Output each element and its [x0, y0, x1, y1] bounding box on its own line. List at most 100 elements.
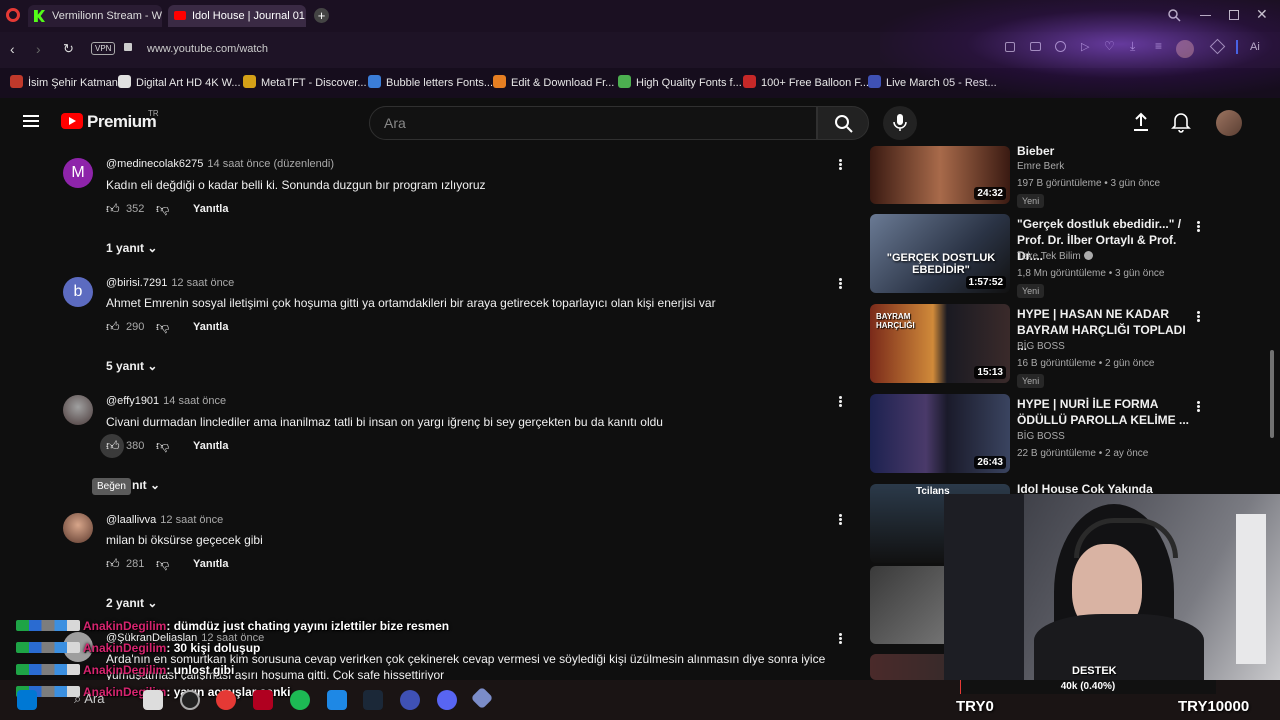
- more-options-icon[interactable]: [838, 395, 842, 408]
- bookmark-item[interactable]: Live March 05 - Rest...: [868, 74, 997, 92]
- voice-search-button[interactable]: [883, 106, 917, 140]
- replies-toggle[interactable]: nıt ⌄: [132, 478, 160, 492]
- spotify-icon[interactable]: [290, 690, 310, 710]
- replies-toggle[interactable]: 1 yanıt ⌄: [106, 241, 157, 255]
- heart-icon[interactable]: ♡: [1104, 39, 1115, 53]
- ai-button[interactable]: Ai: [1250, 41, 1260, 53]
- taskview-icon[interactable]: [143, 690, 163, 710]
- search-input[interactable]: Ara: [369, 106, 817, 140]
- youtube-logo-icon[interactable]: [61, 113, 83, 129]
- video-title[interactable]: "Gerçek dostluk ebedidir..." /: [1017, 216, 1192, 232]
- replies-toggle[interactable]: 2 yanıt ⌄: [106, 596, 157, 610]
- obs-icon[interactable]: [180, 690, 200, 710]
- video-thumbnail[interactable]: BAYRAM HARÇLIĞI 15:13: [870, 304, 1010, 383]
- dislike-icon[interactable]: 👎︎: [156, 438, 169, 454]
- dislike-icon[interactable]: 👎︎: [156, 319, 169, 335]
- bookmark-item[interactable]: Digital Art HD 4K W...: [118, 74, 241, 92]
- dislike-icon[interactable]: 👎︎: [156, 201, 169, 217]
- bookmark-item[interactable]: 100+ Free Balloon F...: [743, 74, 869, 92]
- close-window-icon[interactable]: ✕: [1256, 6, 1268, 23]
- adblock-icon[interactable]: [1055, 41, 1066, 52]
- youtube-premium-logo[interactable]: Premium: [87, 112, 157, 132]
- more-options-icon[interactable]: [838, 277, 842, 290]
- search-tabs-icon[interactable]: [1168, 9, 1181, 22]
- replies-toggle[interactable]: 5 yanıt ⌄: [106, 359, 157, 373]
- app-taskbar-icon[interactable]: [400, 690, 420, 710]
- video-more-options-icon[interactable]: [1196, 220, 1200, 233]
- back-icon[interactable]: ‹: [10, 41, 15, 57]
- profile-avatar[interactable]: [1176, 40, 1194, 58]
- account-avatar[interactable]: [1216, 110, 1242, 136]
- new-tab-button[interactable]: +: [314, 8, 329, 23]
- reload-icon[interactable]: ↻: [63, 41, 74, 57]
- reply-button[interactable]: Yanıtla: [193, 203, 228, 215]
- dislike-icon[interactable]: 👎︎: [156, 556, 169, 572]
- outlook-icon[interactable]: [327, 690, 347, 710]
- video-more-options-icon[interactable]: [1196, 400, 1200, 413]
- upload-icon[interactable]: [1131, 112, 1151, 132]
- download-icon[interactable]: ⤓: [1130, 39, 1135, 54]
- tab-vermilionn[interactable]: Vermilionn Stream - Watc: [28, 5, 162, 27]
- like-icon[interactable]: 👍︎: [106, 319, 120, 335]
- like-icon[interactable]: 👍︎: [106, 438, 120, 454]
- video-channel[interactable]: BİG BOSS: [1017, 341, 1065, 352]
- bookmark-item[interactable]: Bubble letters Fonts...: [368, 74, 493, 92]
- video-thumbnail[interactable]: "GERÇEK DOSTLUK EBEDİDİR" 1:57:52: [870, 214, 1010, 293]
- video-more-options-icon[interactable]: [1196, 310, 1200, 323]
- bookmark-item[interactable]: Edit & Download Fr...: [493, 74, 614, 92]
- more-options-icon[interactable]: [838, 158, 842, 171]
- video-title[interactable]: HYPE | NURİ İLE FORMA: [1017, 396, 1192, 412]
- reply-button[interactable]: Yanıtla: [193, 558, 228, 570]
- author-name[interactable]: @medinecolak6275: [106, 158, 203, 170]
- steam-icon[interactable]: [363, 690, 383, 710]
- like-icon[interactable]: 👍︎: [106, 556, 120, 572]
- video-title-line2[interactable]: ÖDÜLLÜ PAROLLA KELİME ...: [1017, 412, 1192, 428]
- avatar[interactable]: [63, 513, 93, 543]
- play-icon[interactable]: ▷: [1081, 40, 1089, 53]
- avatar[interactable]: M: [63, 158, 93, 188]
- opera-taskbar-icon[interactable]: [216, 690, 236, 710]
- windows-start-icon[interactable]: [17, 690, 37, 710]
- reply-button[interactable]: Yanıtla: [193, 440, 228, 452]
- video-title[interactable]: Bieber: [1017, 143, 1192, 159]
- camera-icon[interactable]: [1030, 42, 1041, 51]
- avatar[interactable]: [63, 395, 93, 425]
- app-taskbar-icon[interactable]: [253, 690, 273, 710]
- vpn-badge[interactable]: VPN: [91, 42, 116, 55]
- taskbar-search[interactable]: ⌕ Ara: [74, 691, 104, 707]
- hamburger-menu-icon[interactable]: [23, 115, 39, 117]
- url-field[interactable]: www.youtube.com/watch: [147, 43, 268, 55]
- reply-button[interactable]: Yanıtla: [193, 321, 228, 333]
- minimize-icon[interactable]: [1200, 15, 1211, 16]
- avatar[interactable]: b: [63, 277, 93, 307]
- bookmark-item[interactable]: High Quality Fonts f...: [618, 74, 742, 92]
- discord-icon[interactable]: [437, 690, 457, 710]
- maximize-icon[interactable]: [1229, 10, 1239, 20]
- video-channel[interactable]: Emre Berk: [1017, 161, 1064, 172]
- opera-logo-icon[interactable]: [6, 8, 20, 22]
- tab-idol-house[interactable]: Idol House | Journal 01 | E: [168, 5, 306, 27]
- video-title[interactable]: HYPE | HASAN NE KADAR: [1017, 306, 1192, 322]
- author-name[interactable]: @birisi.7291: [106, 277, 167, 289]
- comment-time[interactable]: 12 saat önce: [171, 277, 234, 289]
- menu-icon[interactable]: ≡: [1155, 39, 1162, 53]
- video-thumbnail[interactable]: 26:43: [870, 394, 1010, 473]
- author-name[interactable]: @laallivva: [106, 514, 156, 526]
- like-icon[interactable]: 👍︎: [106, 201, 120, 217]
- author-name[interactable]: @effy1901: [106, 395, 159, 407]
- comment-time[interactable]: 14 saat önce: [163, 395, 226, 407]
- extensions-icon[interactable]: [1209, 38, 1226, 55]
- search-button[interactable]: [817, 106, 869, 140]
- comment-time[interactable]: 14 saat önce (düzenlendi): [207, 158, 334, 170]
- video-channel[interactable]: Teke Tek Bilim: [1017, 251, 1093, 262]
- sidebar-scrollbar[interactable]: [1270, 350, 1274, 438]
- video-thumbnail[interactable]: 24:32: [870, 146, 1010, 204]
- more-options-icon[interactable]: [838, 513, 842, 526]
- bookmark-item[interactable]: İsim Şehir Katman: [10, 74, 118, 92]
- comment-time[interactable]: 12 saat önce: [160, 514, 223, 526]
- notifications-bell-icon[interactable]: [1171, 111, 1191, 133]
- more-options-icon[interactable]: [838, 632, 842, 645]
- forward-icon[interactable]: ›: [36, 41, 41, 57]
- share-icon[interactable]: [1005, 42, 1015, 52]
- bookmark-item[interactable]: MetaTFT - Discover...: [243, 74, 367, 92]
